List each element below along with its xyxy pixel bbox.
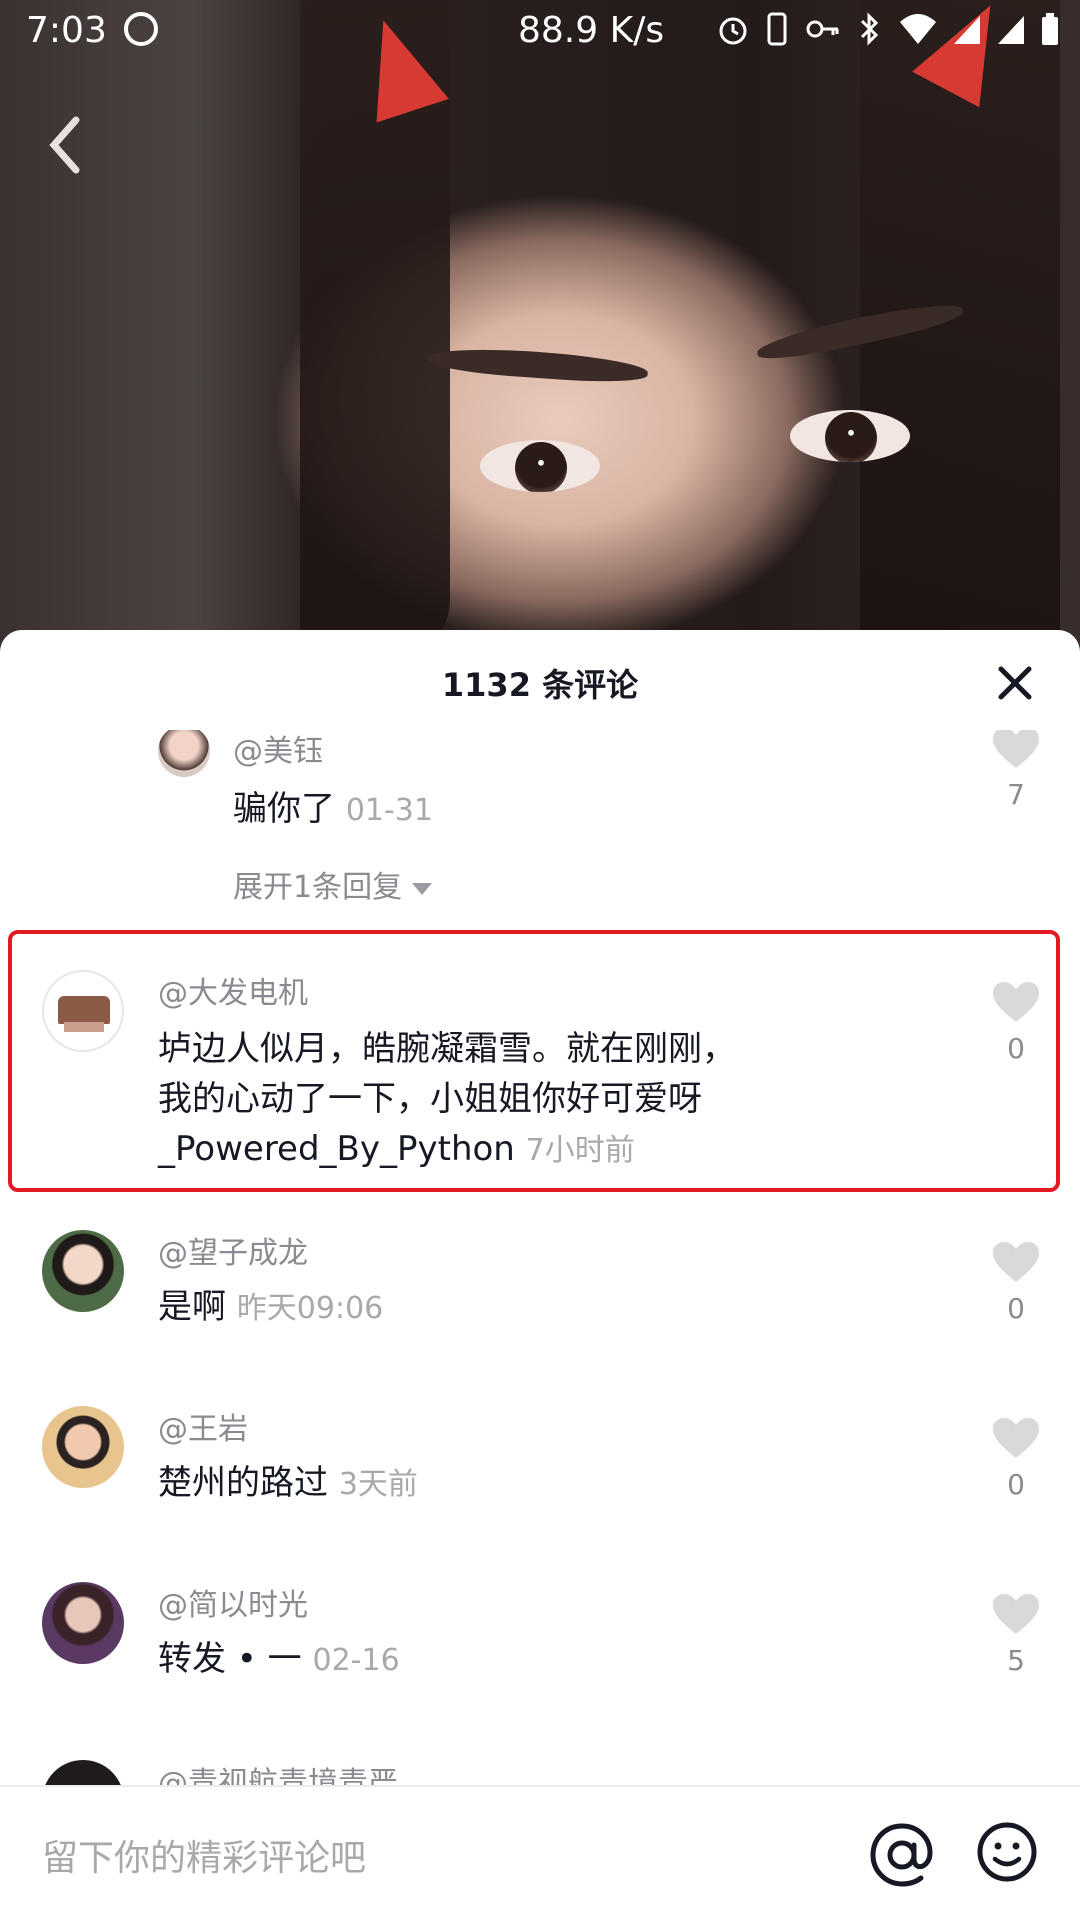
comment-input-bar: 留下你的精彩评论吧 <box>0 1785 1080 1922</box>
vpn-key-icon <box>806 20 839 38</box>
expand-replies-button[interactable]: 展开1条回复 <box>233 862 433 906</box>
avatar-image <box>58 996 110 1024</box>
at-button[interactable] <box>868 1821 936 1889</box>
close-button[interactable] <box>992 660 1038 706</box>
status-icons <box>718 12 1060 46</box>
wifi-icon <box>900 14 936 44</box>
signal-icon <box>954 16 980 44</box>
comment-time: 01-31 <box>345 793 433 828</box>
like-button[interactable]: 7 <box>990 730 1042 811</box>
comment-text: 骗你了 <box>233 789 335 829</box>
like-count: 0 <box>1007 1292 1025 1325</box>
battery-icon <box>1042 13 1058 45</box>
like-count: 0 <box>1007 1468 1025 1501</box>
status-time: 7:03 <box>26 10 107 51</box>
avatar[interactable] <box>42 970 124 1052</box>
avatar-image-detail <box>64 1022 104 1032</box>
comment-content: 骗你了 01-31 <box>233 784 433 836</box>
status-bar: 7:03 88.9 K/s <box>0 0 1080 64</box>
heart-icon <box>993 1594 1039 1634</box>
chevron-left-icon <box>49 116 80 174</box>
back-button[interactable] <box>36 110 96 180</box>
comment-content: 垆边人似月，皓腕凝霜雪。就在刚刚， 我的心动了一下，小姐姐你好可爱呀 _Powe… <box>158 1024 948 1176</box>
like-button[interactable]: 5 <box>990 1592 1042 1677</box>
comment-text-line: 垆边人似月，皓腕凝霜雪。就在刚刚， <box>158 1029 736 1069</box>
video-background[interactable] <box>0 0 1080 660</box>
comments-list[interactable]: @美钰 骗你了 01-31 7 展开1条回复 @大发电机 垆边人似月，皓腕凝霜雪… <box>0 730 1080 1790</box>
like-count: 5 <box>1007 1644 1025 1677</box>
expand-replies-label: 展开1条回复 <box>233 870 403 905</box>
comment-time: 昨天09:06 <box>236 1291 384 1326</box>
signal-icon <box>998 16 1024 44</box>
like-button[interactable]: 0 <box>990 1416 1042 1501</box>
network-speed: 88.9 K/s <box>518 10 665 51</box>
comments-sheet: 1132 条评论 @美钰 骗你了 01-31 7 展开1条回复 @大发电机 垆边… <box>0 630 1080 1920</box>
heart-icon <box>993 1242 1039 1282</box>
comment-content: 是啊 昨天09:06 <box>158 1282 383 1334</box>
avatar[interactable] <box>158 730 210 777</box>
at-icon <box>870 1823 933 1887</box>
comment-time: 3天前 <box>338 1467 418 1502</box>
heart-icon <box>993 730 1039 768</box>
heart-icon <box>993 982 1039 1022</box>
comment-time: 02-16 <box>312 1643 400 1678</box>
comment-input[interactable]: 留下你的精彩评论吧 <box>42 1829 366 1881</box>
emoji-button[interactable] <box>976 1821 1038 1883</box>
comments-title: 1132 条评论 <box>441 666 639 704</box>
like-count: 7 <box>1007 778 1025 811</box>
comment-text: 是啊 <box>158 1287 226 1327</box>
like-button[interactable]: 0 <box>990 980 1042 1065</box>
comment-text-line: _Powered_By_Python <box>158 1129 515 1169</box>
close-icon <box>998 666 1032 700</box>
phone-icon <box>767 12 787 46</box>
comment-username[interactable]: @简以时光 <box>158 1580 308 1624</box>
comment-text: 转发 • 一 <box>158 1639 302 1679</box>
heart-icon <box>993 1418 1039 1458</box>
sync-icon <box>124 12 158 46</box>
comment-content: 转发 • 一 02-16 <box>158 1634 400 1686</box>
comment-username[interactable]: @王岩 <box>158 1404 248 1448</box>
avatar[interactable] <box>42 1406 124 1488</box>
face-eye-right <box>790 410 910 462</box>
face-brow-left <box>427 344 649 386</box>
avatar[interactable] <box>42 1582 124 1664</box>
comment-text-line: 我的心动了一下，小姐姐你好可爱呀 <box>158 1079 702 1119</box>
comment-username[interactable]: @大发电机 <box>158 968 308 1012</box>
comment-username[interactable]: @望子成龙 <box>158 1228 308 1272</box>
comment-username[interactable]: @美钰 <box>233 730 323 770</box>
emoji-icon <box>977 1822 1037 1882</box>
like-count: 0 <box>1007 1032 1025 1065</box>
triangle-down-icon <box>412 882 433 895</box>
comment-content: 楚州的路过 3天前 <box>158 1458 418 1510</box>
comment-text: 楚州的路过 <box>158 1463 328 1503</box>
comment-time: 7小时前 <box>525 1133 635 1168</box>
bluetooth-icon <box>860 12 879 46</box>
alarm-icon <box>719 17 747 45</box>
avatar[interactable] <box>42 1230 124 1312</box>
like-button[interactable]: 0 <box>990 1240 1042 1325</box>
face-eye-left <box>480 440 600 492</box>
